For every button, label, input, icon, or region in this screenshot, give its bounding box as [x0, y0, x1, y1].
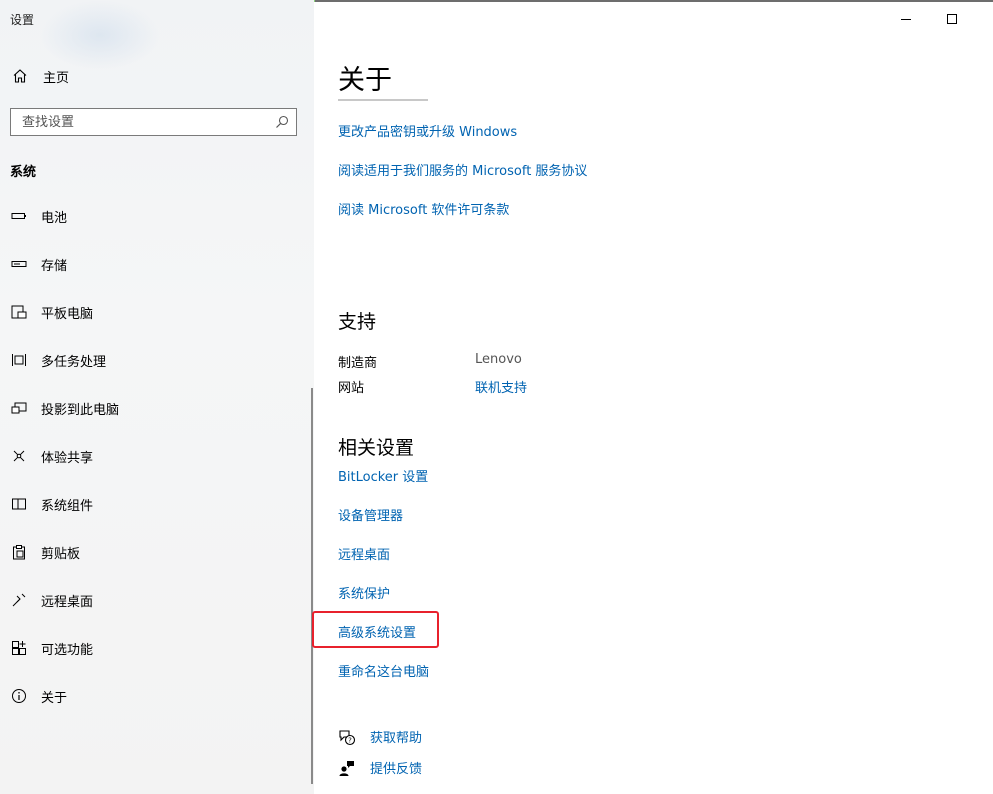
sidebar-nav: 电池 存储 平板电脑 多任务处理 投影到此电脑 体验共享 系统组件 剪贴板 远程…	[0, 192, 314, 720]
project-icon	[10, 399, 28, 417]
manufacturer-label: 制造商	[338, 356, 378, 371]
nav-home-label: 主页	[43, 70, 70, 86]
minimize-icon	[901, 19, 911, 20]
search-icon[interactable]	[268, 109, 296, 135]
link-change-product-key[interactable]: 更改产品密钥或升级 Windows	[338, 121, 517, 140]
search-input[interactable]	[11, 114, 268, 130]
nav-home[interactable]: 主页	[10, 66, 69, 86]
sidebar-item-label: 多任务处理	[41, 354, 107, 370]
multitasking-icon	[10, 351, 28, 369]
sidebar-item-label: 远程桌面	[41, 594, 94, 610]
website-label: 网站	[338, 381, 365, 396]
get-help-row[interactable]: ? 获取帮助	[338, 727, 422, 746]
link-remote-desktop[interactable]: 远程桌面	[338, 544, 390, 563]
support-heading: 支持	[338, 311, 377, 333]
help-chat-icon: ?	[338, 728, 356, 746]
feedback-link: 提供反馈	[370, 762, 423, 777]
feedback-row[interactable]: 提供反馈	[338, 758, 422, 777]
sidebar-item-label: 平板电脑	[41, 306, 94, 322]
sidebar-item-label: 可选功能	[41, 642, 94, 658]
window-title: 设置	[10, 13, 35, 27]
sidebar-item-tablet[interactable]: 平板电脑	[0, 288, 314, 336]
sidebar-item-about[interactable]: 关于	[0, 672, 314, 720]
maximize-icon	[947, 14, 957, 24]
sidebar-scrollbar[interactable]	[311, 388, 313, 784]
search-box[interactable]	[10, 108, 297, 136]
sidebar-item-multitasking[interactable]: 多任务处理	[0, 336, 314, 384]
system-components-icon	[10, 495, 28, 513]
sidebar-item-clipboard[interactable]: 剪贴板	[0, 528, 314, 576]
sidebar-item-project[interactable]: 投影到此电脑	[0, 384, 314, 432]
link-license-terms[interactable]: 阅读 Microsoft 软件许可条款	[338, 199, 509, 218]
sidebar-item-label: 剪贴板	[41, 546, 81, 562]
link-device-manager[interactable]: 设备管理器	[338, 505, 403, 524]
sidebar-item-remote-desktop[interactable]: 远程桌面	[0, 576, 314, 624]
link-rename-pc[interactable]: 重命名这台电脑	[338, 661, 429, 680]
get-help-link: 获取帮助	[370, 731, 423, 746]
sidebar-item-optional-features[interactable]: 可选功能	[0, 624, 314, 672]
svg-text:?: ?	[348, 736, 352, 744]
feedback-icon	[338, 759, 356, 777]
related-settings-heading: 相关设置	[338, 437, 415, 459]
remote-desktop-icon	[10, 591, 28, 609]
section-label-system: 系统	[10, 165, 37, 180]
optional-features-icon	[10, 639, 28, 657]
battery-icon	[10, 207, 28, 225]
sidebar-item-label: 存储	[41, 258, 68, 274]
sidebar-item-label: 投影到此电脑	[41, 402, 120, 418]
title-underline	[338, 99, 428, 101]
page-title: 关于	[338, 65, 392, 96]
sidebar-item-label: 体验共享	[41, 450, 94, 466]
sidebar-item-shared-experiences[interactable]: 体验共享	[0, 432, 314, 480]
link-bitlocker-settings[interactable]: BitLocker 设置	[338, 466, 428, 485]
sidebar-item-storage[interactable]: 存储	[0, 240, 314, 288]
sidebar: 设置 主页 系统 电池 存储 平板电脑	[0, 0, 314, 794]
sidebar-item-label: 系统组件	[41, 498, 94, 514]
info-icon	[10, 687, 28, 705]
sidebar-item-system-components[interactable]: 系统组件	[0, 480, 314, 528]
link-service-agreement[interactable]: 阅读适用于我们服务的 Microsoft 服务协议	[338, 160, 587, 179]
tablet-icon	[10, 303, 28, 321]
manufacturer-value: Lenovo	[475, 352, 522, 367]
minimize-button[interactable]	[895, 8, 917, 30]
sidebar-item-label: 关于	[41, 690, 68, 706]
maximize-button[interactable]	[941, 8, 963, 30]
online-support-link[interactable]: 联机支持	[475, 377, 527, 396]
home-icon	[10, 66, 30, 86]
link-advanced-system-settings[interactable]: 高级系统设置	[338, 622, 416, 641]
clipboard-icon	[10, 543, 28, 561]
shared-experiences-icon	[10, 447, 28, 465]
sidebar-item-label: 电池	[41, 210, 68, 226]
link-system-protection[interactable]: 系统保护	[338, 583, 390, 602]
sidebar-item-battery[interactable]: 电池	[0, 192, 314, 240]
storage-icon	[10, 255, 28, 273]
